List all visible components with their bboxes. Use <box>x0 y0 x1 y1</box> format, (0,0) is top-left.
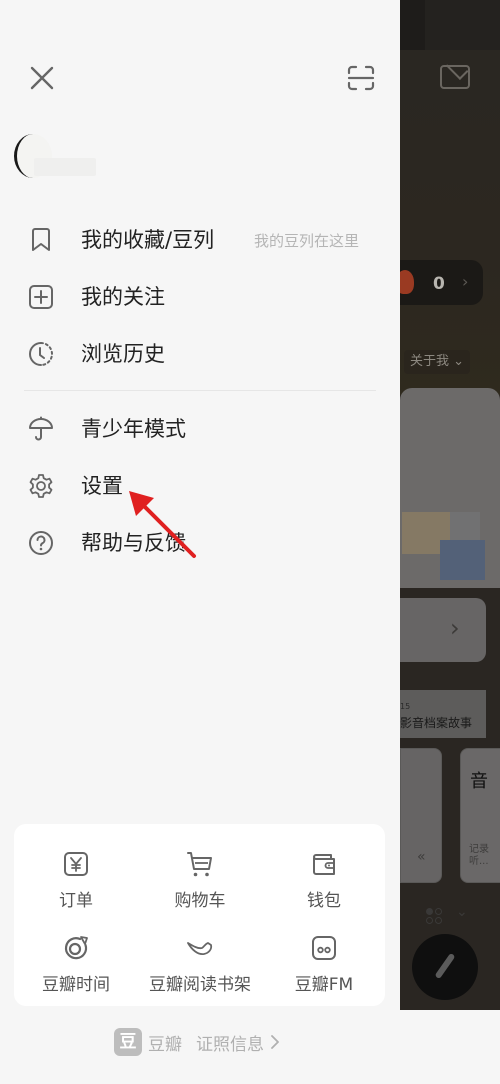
background-badge-count: 0 <box>433 274 445 294</box>
bookmark-icon <box>32 228 50 251</box>
background-about-me: 关于我 ⌄ <box>404 350 471 374</box>
menu-item-label: 我的关注 <box>81 285 165 309</box>
plus-square-icon <box>29 285 53 309</box>
background-box: « <box>400 748 442 883</box>
close-button[interactable] <box>28 64 56 92</box>
background-story-text: 影音档案故事 <box>400 716 473 730</box>
history-clock-icon <box>29 342 53 366</box>
background-profile-header <box>400 50 500 395</box>
umbrella-icon <box>29 416 53 441</box>
chevron-right-icon: › <box>462 272 469 291</box>
background-row <box>400 598 486 662</box>
background-box: 音 记录 听... <box>460 748 500 883</box>
scan-button[interactable] <box>346 64 376 92</box>
shortcut-label: 购物车 <box>174 891 226 911</box>
shortcut-reading-shelf[interactable]: 豆瓣阅读书架 <box>138 926 262 1004</box>
annotation-arrow-icon <box>129 491 196 558</box>
menu-item-label: 设置 <box>81 474 123 498</box>
shortcut-label: 钱包 <box>307 891 341 911</box>
background-tab-char: 音 <box>470 771 488 792</box>
shortcut-douban-time[interactable]: 豆瓣时间 <box>14 926 138 1004</box>
menu-item-history[interactable]: 浏览历史 <box>0 330 400 378</box>
mail-icon <box>440 65 470 89</box>
menu-item-favorites[interactable]: 我的收藏/豆列 我的豆列在这里 <box>0 216 400 264</box>
cart-icon <box>187 852 212 877</box>
shortcut-orders[interactable]: 订单 <box>14 842 138 920</box>
menu-item-label: 我的收藏/豆列 <box>81 228 215 252</box>
shortcut-label: 豆瓣FM <box>294 975 354 995</box>
license-info-label: 证照信息 <box>196 1034 264 1055</box>
wallet-icon <box>313 854 335 875</box>
compose-pen-button <box>412 934 478 1000</box>
gear-icon <box>29 474 53 498</box>
menu-item-teen-mode[interactable]: 青少年模式 <box>0 405 400 453</box>
menu-divider <box>24 390 376 391</box>
question-icon <box>29 531 53 555</box>
douban-logo-icon: 豆 <box>114 1028 142 1056</box>
chevron-right-icon: › <box>450 614 460 642</box>
shortcut-wallet[interactable]: 钱包 <box>262 842 386 920</box>
menu-item-hint: 我的豆列在这里 <box>254 232 360 250</box>
bird-icon <box>187 942 213 956</box>
chevron-right-icon <box>271 1035 279 1049</box>
screen: 0 › 关于我 ⌄ › 15 影音档案故事 « 音 记录 听... ⌄ 我的收藏… <box>0 0 500 1084</box>
yen-icon <box>64 852 88 876</box>
username[interactable] <box>34 158 96 176</box>
scan-icon <box>347 65 375 91</box>
close-icon <box>30 66 54 90</box>
shortcut-douban-fm[interactable]: 豆瓣FM <box>262 926 386 1004</box>
shortcut-label: 豆瓣时间 <box>42 975 110 995</box>
shortcut-label: 豆瓣阅读书架 <box>149 975 251 995</box>
chevron-down-icon: ⌄ <box>456 904 468 920</box>
menu-item-label: 青少年模式 <box>81 417 186 441</box>
background-thumbnail <box>450 512 480 542</box>
fm-icon <box>312 936 336 960</box>
background-bottom <box>400 1010 500 1084</box>
douban-time-icon <box>64 936 88 960</box>
menu-item-following[interactable]: 我的关注 <box>0 273 400 321</box>
license-info-link[interactable]: 证照信息 <box>196 1030 280 1055</box>
shortcut-cart[interactable]: 购物车 <box>138 842 262 920</box>
footer-brand: 豆瓣 <box>148 1034 182 1055</box>
side-drawer: 我的收藏/豆列 我的豆列在这里 我的关注 浏览历史 青少年模式 设置 帮助与反馈… <box>0 0 400 1084</box>
drawer-footer: 豆 豆瓣 证照信息 <box>114 1028 280 1056</box>
grid-icon <box>426 908 444 926</box>
background-story-date: 15 <box>400 702 411 711</box>
background-status-area <box>400 0 500 62</box>
double-chevron-left-icon: « <box>417 849 426 865</box>
red-bag-icon <box>400 270 414 294</box>
background-app-overlay[interactable]: 0 › 关于我 ⌄ › 15 影音档案故事 « 音 记录 听... ⌄ <box>400 0 500 1010</box>
background-thumbnail <box>440 540 485 580</box>
shortcut-label: 订单 <box>59 891 93 911</box>
menu-item-label: 浏览历史 <box>81 342 165 366</box>
background-record-text: 记录 听... <box>469 844 489 867</box>
shortcuts-card: 订单 购物车 钱包 豆瓣时间 豆瓣阅读书架 豆瓣FM <box>14 824 385 1006</box>
